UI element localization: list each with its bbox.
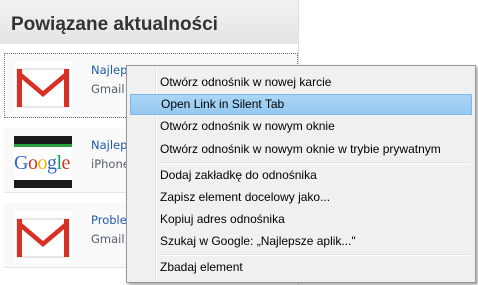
menu-item-open-in-silent-tab[interactable]: Open Link in Silent Tab [130,94,472,115]
context-menu: Otwórz odnośnik w nowej karcie Open Link… [126,65,476,283]
menu-item-copy-link-address[interactable]: Kopiuj adres odnośnika [130,209,472,230]
menu-separator [159,162,471,164]
panel-title: Powiązane aktualności [11,14,218,35]
menu-item-open-in-new-tab[interactable]: Otwórz odnośnik w nowej karcie [130,72,472,93]
menu-item-open-in-private-window[interactable]: Otwórz odnośnik w nowym oknie w trybie p… [130,139,472,160]
thumb-bar [14,136,72,144]
menu-item-save-link-as[interactable]: Zapisz element docelowy jako... [130,187,472,208]
panel-header: Powiązane aktualności [0,0,298,44]
gmail-envelope-icon [16,68,70,108]
menu-separator [159,254,471,256]
google-logo: Google [14,152,70,174]
menu-item-open-in-new-window[interactable]: Otwórz odnośnik w nowym oknie [130,116,472,137]
news-thumbnail[interactable] [14,211,72,263]
thumb-bar [14,180,72,188]
menu-item-search-google[interactable]: Szukaj w Google: „Najlepsze aplik..." [130,231,472,252]
news-thumbnail[interactable]: Google [14,136,72,188]
gmail-envelope-icon [16,218,70,258]
thumb-bar [14,144,72,147]
menu-item-inspect-element[interactable]: Zbadaj element [130,257,472,278]
news-thumbnail[interactable] [14,61,72,113]
menu-item-bookmark-link[interactable]: Dodaj zakładkę do odnośnika [130,165,472,186]
